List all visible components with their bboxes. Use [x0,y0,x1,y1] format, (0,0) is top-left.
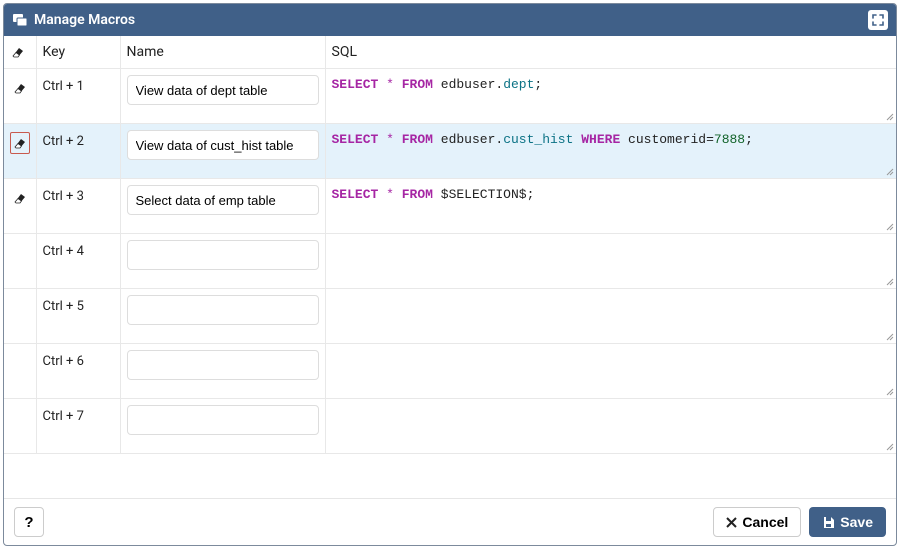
cancel-label: Cancel [742,514,788,530]
eraser-icon [10,45,30,59]
erase-cell[interactable] [4,399,36,454]
sql-cell[interactable]: SELECT * FROM $SELECTION$; [325,179,896,234]
column-header-erase [4,36,36,69]
name-input[interactable] [127,240,319,270]
name-cell [120,399,325,454]
sql-cell[interactable] [325,344,896,399]
name-cell [120,124,325,179]
key-cell: Ctrl + 7 [36,399,120,454]
erase-cell[interactable] [4,289,36,344]
erase-cell[interactable] [4,179,36,234]
cancel-button[interactable]: Cancel [713,507,801,537]
manage-macros-dialog: Manage Macros Key Name [3,3,897,546]
save-button[interactable]: Save [809,507,886,537]
erase-cell[interactable] [4,69,36,124]
eraser-icon[interactable] [10,132,30,154]
name-cell [120,179,325,234]
key-cell: Ctrl + 3 [36,179,120,234]
sql-editor[interactable] [332,240,891,282]
erase-cell[interactable] [4,344,36,399]
macros-table: Key Name SQL Ctrl + 1 SELECT * FROM edbus… [4,36,896,454]
name-input[interactable] [127,130,319,160]
key-cell: Ctrl + 1 [36,69,120,124]
dialog-footer: ? Cancel Save [4,498,896,545]
sql-editor[interactable]: SELECT * FROM edbuser.cust_hist WHERE cu… [332,130,891,172]
sql-cell[interactable]: SELECT * FROM edbuser.cust_hist WHERE cu… [325,124,896,179]
erase-cell[interactable] [4,124,36,179]
macros-scroll[interactable]: Key Name SQL Ctrl + 1 SELECT * FROM edbus… [4,36,896,498]
fullscreen-button[interactable] [868,10,888,30]
table-row: Ctrl + 3 SELECT * FROM $SELECTION$; [4,179,896,234]
column-header-sql: SQL [325,36,896,69]
sql-editor[interactable]: SELECT * FROM $SELECTION$; [332,185,891,227]
key-cell: Ctrl + 2 [36,124,120,179]
column-header-name: Name [120,36,325,69]
table-row: Ctrl + 1 SELECT * FROM edbuser.dept; [4,69,896,124]
save-label: Save [840,514,873,530]
name-cell [120,69,325,124]
dialog-titlebar: Manage Macros [4,4,896,36]
dialog-title: Manage Macros [34,12,135,28]
key-cell: Ctrl + 6 [36,344,120,399]
sql-editor[interactable] [332,295,891,337]
table-row: Ctrl + 4 [4,234,896,289]
name-input[interactable] [127,75,319,105]
sql-editor[interactable] [332,350,891,392]
table-row: Ctrl + 5 [4,289,896,344]
name-cell [120,234,325,289]
sql-cell[interactable] [325,289,896,344]
close-icon [726,517,737,528]
table-row: Ctrl + 6 [4,344,896,399]
sql-editor[interactable]: SELECT * FROM edbuser.dept; [332,75,891,117]
macros-icon [12,12,28,28]
name-input[interactable] [127,295,319,325]
sql-cell[interactable] [325,399,896,454]
table-row: Ctrl + 7 [4,399,896,454]
table-row: Ctrl + 2 SELECT * FROM edbuser.cust_hist … [4,124,896,179]
eraser-icon[interactable] [10,77,30,99]
name-input[interactable] [127,350,319,380]
erase-cell[interactable] [4,234,36,289]
help-button[interactable]: ? [14,507,44,537]
key-cell: Ctrl + 5 [36,289,120,344]
dialog-body: Key Name SQL Ctrl + 1 SELECT * FROM edbus… [4,36,896,498]
sql-cell[interactable]: SELECT * FROM edbuser.dept; [325,69,896,124]
sql-cell[interactable] [325,234,896,289]
column-header-key: Key [36,36,120,69]
name-input[interactable] [127,185,319,215]
name-input[interactable] [127,405,319,435]
eraser-icon[interactable] [10,187,30,209]
name-cell [120,344,325,399]
save-icon [822,516,835,529]
name-cell [120,289,325,344]
sql-editor[interactable] [332,405,891,447]
table-header-row: Key Name SQL [4,36,896,69]
key-cell: Ctrl + 4 [36,234,120,289]
